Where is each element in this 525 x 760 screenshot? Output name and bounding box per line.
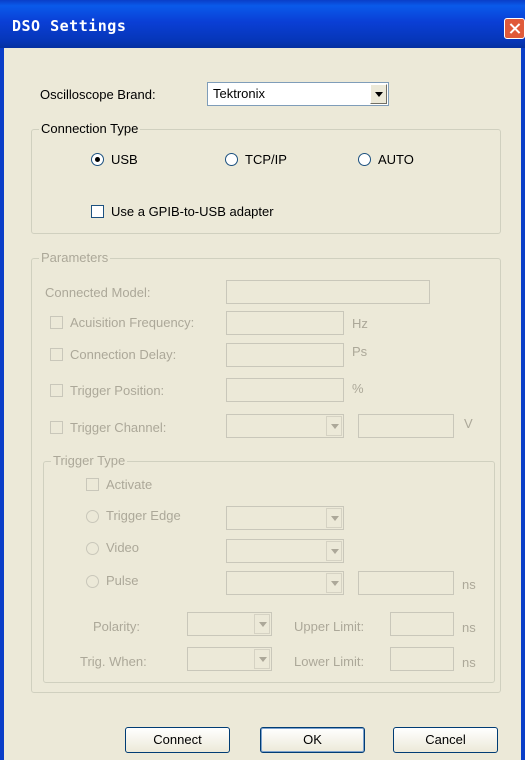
cancel-button[interactable]: Cancel <box>393 727 498 753</box>
window-right-border <box>521 48 525 760</box>
video-select[interactable] <box>226 539 344 563</box>
trigger-channel-checkbox[interactable] <box>50 421 63 434</box>
activate-checkbox[interactable] <box>86 478 99 491</box>
brand-select-value: Tektronix <box>213 86 266 101</box>
trigger-channel-unit: V <box>464 416 473 431</box>
trigger-edge-select[interactable] <box>226 506 344 530</box>
chevron-down-icon[interactable] <box>326 508 342 528</box>
trigger-level-field[interactable] <box>358 414 454 438</box>
pulse-unit: ns <box>462 577 476 592</box>
gpib-adapter-label: Use a GPIB-to-USB adapter <box>111 204 274 219</box>
pulse-label: Pulse <box>106 573 139 588</box>
brand-label: Oscilloscope Brand: <box>40 87 156 102</box>
window-left-border <box>0 48 4 760</box>
trigger-channel-label: Trigger Channel: <box>70 420 167 435</box>
upper-limit-unit: ns <box>462 620 476 635</box>
connection-delay-label: Connection Delay: <box>70 347 177 362</box>
pulse-radio[interactable] <box>86 575 99 588</box>
usb-radio[interactable] <box>91 153 104 166</box>
ok-button[interactable]: OK <box>260 727 365 753</box>
upper-limit-label: Upper Limit: <box>294 619 365 634</box>
upper-limit-field[interactable] <box>390 612 454 636</box>
tcpip-radio[interactable] <box>225 153 238 166</box>
chevron-down-icon[interactable] <box>254 649 270 669</box>
auto-label: AUTO <box>378 152 414 167</box>
chevron-down-icon[interactable] <box>370 84 387 104</box>
window-title: DSO Settings <box>12 17 127 35</box>
connected-model-label: Connected Model: <box>45 285 151 300</box>
gpib-adapter-checkbox[interactable] <box>91 205 104 218</box>
title-bar: DSO Settings <box>0 0 525 48</box>
trigger-channel-select[interactable] <box>226 414 344 438</box>
parameters-legend: Parameters <box>39 250 111 265</box>
lower-limit-label: Lower Limit: <box>294 654 365 669</box>
connect-button[interactable]: Connect <box>125 727 230 753</box>
video-radio[interactable] <box>86 542 99 555</box>
acquisition-frequency-unit: Hz <box>352 316 368 331</box>
video-label: Video <box>106 540 140 555</box>
trig-when-label: Trig. When: <box>80 654 147 669</box>
pulse-width-field[interactable] <box>358 571 454 595</box>
usb-label: USB <box>111 152 138 167</box>
chevron-down-icon[interactable] <box>326 416 342 436</box>
lower-limit-field[interactable] <box>390 647 454 671</box>
auto-radio[interactable] <box>358 153 371 166</box>
trigger-edge-radio[interactable] <box>86 510 99 523</box>
activate-label: Activate <box>106 477 153 492</box>
close-icon[interactable] <box>504 18 525 39</box>
chevron-down-icon[interactable] <box>326 541 342 561</box>
connection-delay-unit: Ps <box>352 344 368 359</box>
connection-delay-field[interactable] <box>226 343 344 367</box>
brand-select[interactable]: Tektronix <box>207 82 389 106</box>
trig-when-select[interactable] <box>187 647 272 671</box>
polarity-select[interactable] <box>187 612 272 636</box>
trigger-type-legend: Trigger Type <box>51 453 128 468</box>
trigger-position-checkbox[interactable] <box>50 384 63 397</box>
connection-type-legend: Connection Type <box>39 121 141 136</box>
trigger-position-field[interactable] <box>226 378 344 402</box>
acquisition-frequency-label: Acuisition Frequency: <box>70 315 195 330</box>
acquisition-frequency-checkbox[interactable] <box>50 316 63 329</box>
trigger-edge-label: Trigger Edge <box>106 508 181 523</box>
chevron-down-icon[interactable] <box>326 573 342 593</box>
chevron-down-icon[interactable] <box>254 614 270 634</box>
polarity-label: Polarity: <box>93 619 140 634</box>
acquisition-frequency-field[interactable] <box>226 311 344 335</box>
tcpip-label: TCP/IP <box>245 152 287 167</box>
trigger-position-label: Trigger Position: <box>70 383 165 398</box>
connection-delay-checkbox[interactable] <box>50 348 63 361</box>
lower-limit-unit: ns <box>462 655 476 670</box>
pulse-select[interactable] <box>226 571 344 595</box>
connected-model-field[interactable] <box>226 280 430 304</box>
trigger-position-unit: % <box>352 381 364 396</box>
dso-settings-window: DSO Settings Oscilloscope Brand: Tektron… <box>0 0 525 760</box>
